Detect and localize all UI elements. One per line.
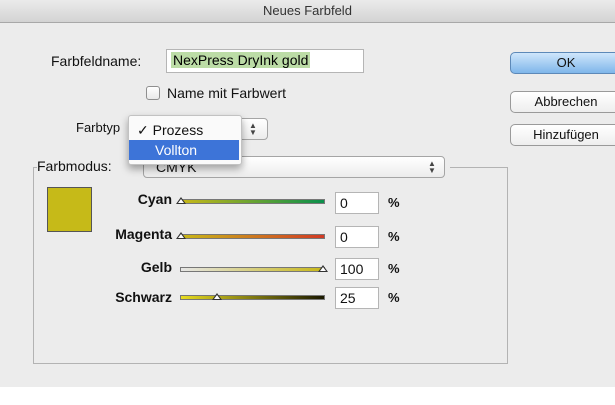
yellow-slider-thumb[interactable] (318, 265, 328, 272)
chevron-updown-icon: ▲ ▼ (428, 159, 436, 175)
color-type-menu: ✓ Prozess Vollton (128, 115, 242, 165)
magenta-slider-thumb[interactable] (176, 232, 186, 239)
black-value-field[interactable]: 25 (335, 287, 379, 309)
black-percent-unit: % (388, 290, 400, 305)
name-with-value-label: Name mit Farbwert (167, 85, 287, 101)
ok-button[interactable]: OK (510, 52, 615, 74)
cyan-label: Cyan (137, 191, 172, 207)
magenta-percent-unit: % (388, 229, 400, 244)
magenta-label: Magenta (115, 226, 172, 242)
magenta-value-field[interactable]: 0 (335, 226, 379, 248)
name-with-value-checkbox[interactable] (146, 86, 160, 100)
black-slider-thumb[interactable] (212, 293, 222, 300)
group-border-top-right (450, 167, 507, 168)
yellow-percent-unit: % (388, 261, 400, 276)
cyan-percent-unit: % (388, 195, 400, 210)
group-border-bottom (33, 363, 507, 364)
popup-arrows-icon: ▲ ▼ (249, 121, 257, 137)
yellow-slider-track[interactable] (180, 267, 325, 272)
yellow-label: Gelb (140, 259, 172, 275)
black-slider-track[interactable] (180, 295, 325, 300)
magenta-slider-track[interactable] (180, 234, 325, 239)
menu-item-process[interactable]: ✓ Prozess (129, 120, 239, 140)
yellow-value-field[interactable]: 100 (335, 258, 379, 280)
color-type-label: Farbtyp (76, 120, 121, 135)
add-button[interactable]: Hinzufügen (510, 124, 615, 146)
cyan-value-field[interactable]: 0 (335, 192, 379, 214)
group-border-right (507, 167, 508, 364)
bottom-strip (0, 387, 615, 405)
menu-item-spot[interactable]: Vollton (129, 140, 239, 160)
swatch-name-input[interactable]: NexPress DryInk gold (166, 49, 364, 73)
group-border-left (33, 167, 34, 364)
color-mode-label: Farbmodus: (37, 158, 114, 174)
black-label: Schwarz (115, 289, 172, 305)
swatch-name-label: Farbfeldname: (51, 53, 142, 69)
cyan-slider-track[interactable] (180, 199, 325, 204)
window-title: Neues Farbfeld (0, 0, 615, 23)
cyan-slider-thumb[interactable] (176, 197, 186, 204)
cancel-button[interactable]: Abbrechen (510, 91, 615, 113)
swatch-name-value: NexPress DryInk gold (171, 52, 311, 68)
color-type-popup[interactable]: ▲ ▼ (238, 118, 268, 140)
new-swatch-dialog: Neues Farbfeld Farbfeldname: NexPress Dr… (0, 0, 615, 405)
